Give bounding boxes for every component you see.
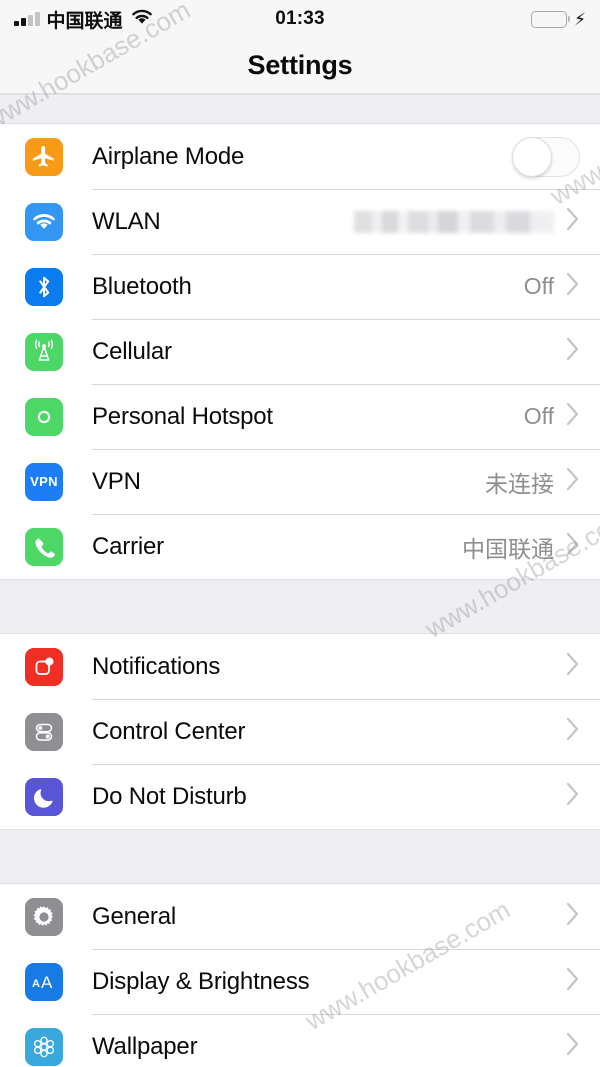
- settings-row-carrier[interactable]: Carrier 中国联通: [0, 514, 600, 579]
- phone-icon: [25, 527, 63, 566]
- settings-group-connectivity: Airplane Mode WLAN Bluetooth Off Cellula…: [0, 124, 600, 579]
- chevron-right-icon: [566, 337, 580, 366]
- settings-row-general[interactable]: General: [0, 884, 600, 949]
- chevron-right-icon: [566, 967, 580, 996]
- row-accessory: [512, 136, 600, 177]
- chevron-right-icon: [566, 717, 580, 746]
- row-accessory: [554, 717, 600, 746]
- settings-row-label: Bluetooth: [92, 272, 192, 300]
- settings-row-wlan[interactable]: WLAN: [0, 189, 600, 254]
- cellular-antenna-icon: [25, 332, 63, 371]
- chevron-right-icon: [566, 1032, 580, 1061]
- control-center-icon: [25, 712, 63, 751]
- settings-row-bluetooth[interactable]: Bluetooth Off: [0, 254, 600, 319]
- row-accessory: [354, 207, 600, 236]
- settings-row-value: 中国联通: [462, 535, 554, 562]
- row-accessory: [554, 337, 600, 366]
- settings-row-wallpaper[interactable]: Wallpaper: [0, 1014, 600, 1067]
- status-bar: 中国联通 01:33 ⚡: [0, 0, 600, 38]
- bolt-icon: ⚡: [574, 9, 586, 29]
- airplane-mode-toggle[interactable]: [512, 136, 580, 177]
- wifi-icon: [130, 8, 154, 31]
- settings-screen: 中国联通 01:33 ⚡ Settings Airplane Mode WLAN…: [0, 0, 600, 1067]
- moon-icon: [25, 777, 63, 816]
- svg-text:A: A: [32, 978, 40, 990]
- settings-group-alerts: Notifications Control Center Do Not Dist…: [0, 634, 600, 829]
- status-bar-right: ⚡: [300, 9, 586, 29]
- chevron-right-icon: [566, 467, 580, 496]
- settings-row-label: Wallpaper: [92, 1032, 198, 1060]
- row-accessory: Off: [524, 272, 600, 301]
- settings-row-label: Do Not Disturb: [92, 782, 247, 810]
- settings-row-label: Carrier: [92, 532, 164, 560]
- row-accessory: [554, 782, 600, 811]
- settings-row-control-center[interactable]: Control Center: [0, 699, 600, 764]
- chevron-right-icon: [566, 782, 580, 811]
- display-aa-icon: A A: [25, 962, 63, 1001]
- gear-icon: [25, 897, 63, 936]
- chevron-right-icon: [566, 902, 580, 931]
- row-accessory: [554, 652, 600, 681]
- hotspot-link-icon: [25, 397, 63, 436]
- row-accessory: Off: [524, 402, 600, 431]
- settings-row-vpn[interactable]: VPN VPN 未连接: [0, 449, 600, 514]
- settings-row-value: Off: [523, 273, 554, 299]
- chevron-right-icon: [566, 272, 580, 301]
- settings-row-label: VPN: [92, 467, 141, 495]
- group-separator-top: [0, 94, 600, 124]
- settings-row-value: Off: [523, 403, 554, 429]
- row-accessory: 未连接: [485, 465, 600, 499]
- settings-row-airplane-mode[interactable]: Airplane Mode: [0, 124, 600, 189]
- cellular-signal-icon: [14, 12, 40, 26]
- settings-row-label: Display & Brightness: [92, 967, 310, 995]
- chevron-right-icon: [566, 532, 580, 561]
- status-carrier-label: 中国联通: [46, 10, 123, 32]
- wifi-icon: [25, 202, 63, 241]
- chevron-right-icon: [566, 652, 580, 681]
- airplane-icon: [25, 137, 63, 176]
- settings-row-do-not-disturb[interactable]: Do Not Disturb: [0, 764, 600, 829]
- settings-row-label: WLAN: [92, 207, 161, 235]
- settings-row-cellular[interactable]: Cellular: [0, 319, 600, 384]
- row-accessory: 中国联通: [462, 530, 600, 564]
- navigation-bar: Settings: [0, 38, 600, 94]
- settings-row-label: Notifications: [92, 652, 221, 680]
- settings-row-notifications[interactable]: Notifications: [0, 634, 600, 699]
- row-accessory: [554, 1032, 600, 1061]
- row-accessory: [554, 967, 600, 996]
- wlan-network-value-redacted: [354, 210, 554, 233]
- group-separator-1: [0, 579, 600, 634]
- chevron-right-icon: [566, 207, 580, 236]
- row-accessory: [554, 902, 600, 931]
- settings-row-display-brightness[interactable]: A A Display & Brightness: [0, 949, 600, 1014]
- settings-row-label: Airplane Mode: [92, 142, 245, 170]
- settings-row-label: Control Center: [92, 717, 246, 745]
- settings-row-value: 未连接: [485, 470, 554, 497]
- wallpaper-flower-icon: [25, 1027, 63, 1066]
- chevron-right-icon: [566, 402, 580, 431]
- settings-row-personal-hotspot[interactable]: Personal Hotspot Off: [0, 384, 600, 449]
- settings-group-system: General A A Display & Brightness Wallpap…: [0, 884, 600, 1067]
- settings-row-label: Personal Hotspot: [92, 402, 273, 430]
- settings-row-label: General: [92, 902, 176, 930]
- vpn-icon: VPN: [25, 462, 63, 501]
- bluetooth-icon: [25, 267, 63, 306]
- notifications-icon: [25, 647, 63, 686]
- status-bar-left: 中国联通: [14, 6, 300, 33]
- page-title: Settings: [247, 50, 353, 80]
- svg-text:A: A: [41, 973, 53, 992]
- settings-row-label: Cellular: [92, 337, 172, 365]
- group-separator-2: [0, 829, 600, 884]
- battery-icon: [531, 10, 568, 28]
